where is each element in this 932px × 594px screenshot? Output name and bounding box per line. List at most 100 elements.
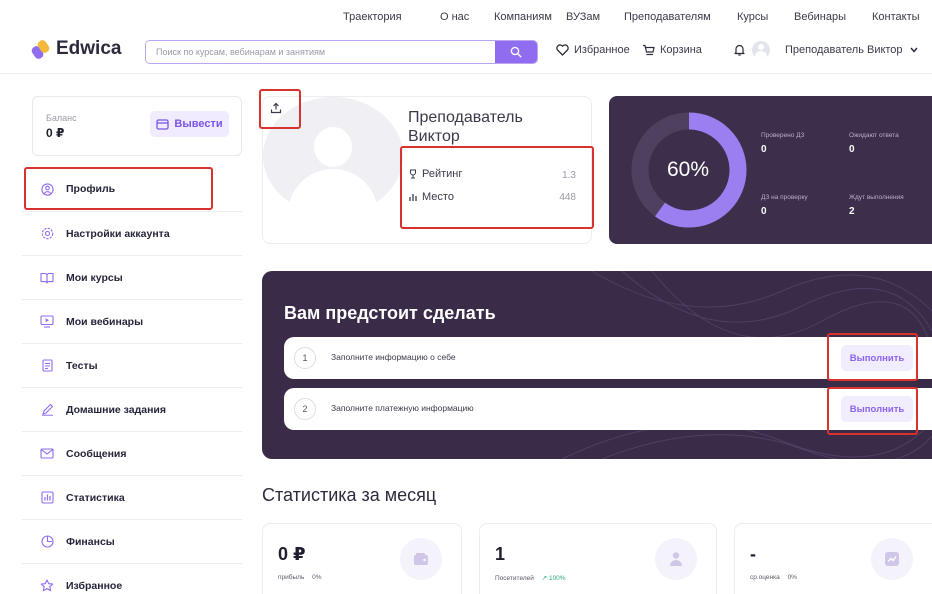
user-menu[interactable]: Преподаватель Виктор <box>752 41 923 59</box>
task-number: 2 <box>294 398 316 420</box>
rating-value: 1.3 <box>562 170 576 181</box>
star-icon <box>40 579 54 593</box>
visitors-label: Посетителей <box>495 575 534 582</box>
balance-label: Баланс <box>46 113 77 123</box>
visitors-change: ↗ 100% <box>541 575 566 582</box>
heart-icon <box>556 44 569 56</box>
search-icon <box>510 46 522 58</box>
checked-hw-label: Проверено ДЗ <box>761 132 805 139</box>
sidebar-item-label: Мои вебинары <box>66 315 144 328</box>
favorites-link[interactable]: Избранное <box>556 44 630 56</box>
nav-link-about[interactable]: О нас <box>440 11 469 23</box>
withdraw-button[interactable]: Вывести <box>150 111 229 137</box>
logo-icon <box>30 38 51 61</box>
upload-photo-button[interactable] <box>266 98 286 118</box>
favorites-label: Избранное <box>574 44 630 56</box>
gear-icon <box>40 227 54 241</box>
place-row: Место <box>408 191 454 203</box>
avatar <box>752 41 770 59</box>
sidebar-item-label: Тесты <box>66 359 98 372</box>
task-text: Заполните платежную информацию <box>331 403 474 413</box>
hw-to-check-label: ДЗ на проверку <box>761 194 808 201</box>
sidebar-item-label: Финансы <box>66 535 115 548</box>
sidebar-item-favorites[interactable]: Избранное <box>22 563 242 594</box>
withdraw-label: Вывести <box>174 118 223 130</box>
search-input[interactable] <box>146 41 498 63</box>
notifications-button[interactable] <box>734 44 750 56</box>
waiting-execution-label: Ждут выполнения <box>849 194 904 201</box>
card-icon <box>156 118 170 130</box>
avg-rating-label: ср.оценка <box>750 574 780 581</box>
sidebar-item-statistics[interactable]: Статистика <box>22 475 242 519</box>
sidebar-item-label: Домашние задания <box>66 403 167 416</box>
profile-name: Преподаватель Виктор <box>408 109 523 145</box>
cart-link[interactable]: Корзина <box>642 44 702 56</box>
profit-label: прибыль <box>278 574 305 581</box>
sidebar-item-tests[interactable]: Тесты <box>22 343 242 387</box>
avg-rating-sub: ср.оценка 0% <box>750 574 797 581</box>
sidebar-item-my-webinars[interactable]: Мои вебинары <box>22 299 242 343</box>
profit-value: 0 ₽ <box>278 544 306 564</box>
visitors-value: 1 <box>495 544 506 564</box>
sidebar-item-label: Профиль <box>66 183 116 195</box>
cart-label: Корзина <box>660 44 702 56</box>
sidebar-item-profile[interactable]: Профиль <box>22 167 242 211</box>
envelope-icon <box>40 447 54 461</box>
sidebar-item-account-settings[interactable]: Настройки аккаунта <box>22 211 242 255</box>
book-icon <box>40 271 54 285</box>
waiting-execution-value: 2 <box>849 206 855 217</box>
sidebar-item-label: Настройки аккаунта <box>66 227 170 240</box>
nav-link-contacts[interactable]: Контакты <box>872 11 920 23</box>
profit-stat-card: 0 ₽ прибыль 0% <box>262 523 462 594</box>
nav-link-teachers[interactable]: Преподавателям <box>624 11 711 23</box>
top-navigation: Траектория О нас Компаниям ВУЗам Препода… <box>0 0 932 30</box>
nav-link-courses[interactable]: Курсы <box>737 11 768 23</box>
visitors-stat-card: 1 Посетителей ↗ 100% <box>479 523 717 594</box>
awaiting-reply-label: Ожидают ответа <box>849 132 899 139</box>
complete-task-button[interactable]: Выполнить <box>841 345 913 371</box>
sidebar-item-label: Мои курсы <box>66 271 123 284</box>
person-icon <box>655 538 697 580</box>
user-circle-icon <box>40 182 54 196</box>
profit-sub: прибыль 0% <box>278 574 322 581</box>
logo-text: Edwica <box>56 38 122 59</box>
sidebar-item-label: Избранное <box>66 579 123 592</box>
profit-change: 0% <box>312 574 322 581</box>
visitors-sub: Посетителей ↗ 100% <box>495 574 566 582</box>
cart-icon <box>643 44 655 56</box>
pen-icon <box>40 403 54 417</box>
checked-hw-value: 0 <box>761 144 767 155</box>
sidebar-item-label: Сообщения <box>66 447 127 460</box>
chevron-down-icon <box>909 47 918 53</box>
progress-percent: 60% <box>666 158 710 181</box>
search-button[interactable] <box>495 41 537 63</box>
balance-value: 0 ₽ <box>46 126 65 140</box>
avg-rating-change: 0% <box>787 574 797 581</box>
homework-progress-card: 60% Проверено ДЗ 0 Ожидают ответа 0 ДЗ н… <box>609 96 932 244</box>
rating-label: Рейтинг <box>422 168 463 180</box>
todo-title: Вам предстоит сделать <box>284 303 496 323</box>
todo-card: Вам предстоит сделать 1 Заполните информ… <box>262 271 932 459</box>
pie-clock-icon <box>40 535 54 549</box>
document-icon <box>40 359 54 373</box>
hw-to-check-value: 0 <box>761 206 767 217</box>
trend-chart-icon <box>871 538 913 580</box>
nav-link-trajectory[interactable]: Траектория <box>343 11 402 23</box>
sidebar-item-finances[interactable]: Финансы <box>22 519 242 563</box>
nav-link-universities[interactable]: ВУЗам <box>566 11 600 23</box>
balance-card: Баланс 0 ₽ Вывести <box>32 96 242 156</box>
sidebar-item-homework[interactable]: Домашние задания <box>22 387 242 431</box>
bar-chart-icon <box>40 491 54 505</box>
nav-link-companies[interactable]: Компаниям <box>494 11 552 23</box>
task-number: 1 <box>294 347 316 369</box>
search-bar <box>145 40 538 64</box>
user-name: Преподаватель Виктор <box>785 44 903 56</box>
logo[interactable]: Edwica <box>30 38 122 61</box>
sidebar-item-my-courses[interactable]: Мои курсы <box>22 255 242 299</box>
sidebar-item-messages[interactable]: Сообщения <box>22 431 242 475</box>
complete-task-button[interactable]: Выполнить <box>841 396 913 422</box>
nav-link-webinars[interactable]: Вебинары <box>794 11 846 23</box>
task-item: 1 Заполните информацию о себе Выполнить <box>284 337 932 379</box>
awaiting-reply-value: 0 <box>849 144 855 155</box>
task-item: 2 Заполните платежную информацию Выполни… <box>284 388 932 430</box>
